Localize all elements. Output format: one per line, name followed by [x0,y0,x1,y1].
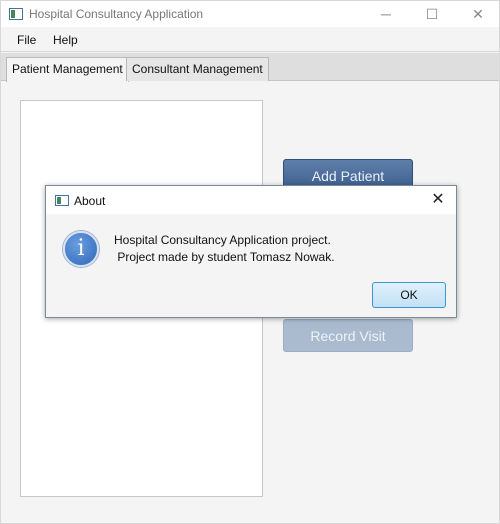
ok-button[interactable]: OK [372,282,446,308]
tab-consultant-management[interactable]: Consultant Management [126,57,269,81]
close-button[interactable]: ✕ [463,4,493,24]
dialog-close-button[interactable]: ✕ [428,190,448,210]
title-bar: Hospital Consultancy Application ─ ☐ ✕ [1,1,499,27]
menu-file[interactable]: File [17,33,36,47]
dialog-message-line-1: Hospital Consultancy Application project… [114,233,331,247]
menu-help[interactable]: Help [53,33,78,47]
tab-patient-management[interactable]: Patient Management [6,57,129,82]
dialog-title: About [74,194,106,208]
dialog-app-icon [55,195,69,206]
dialog-title-bar: About ✕ [46,186,456,214]
menu-bar: File Help [1,28,499,52]
record-visit-button[interactable]: Record Visit [283,319,413,352]
tab-bar: Patient Management Consultant Management [1,53,499,82]
main-window: Hospital Consultancy Application ─ ☐ ✕ F… [0,0,500,524]
maximize-button[interactable]: ☐ [417,4,447,24]
app-icon [9,8,23,20]
info-icon: i [63,231,99,267]
dialog-message-line-2: Project made by student Tomasz Nowak. [114,250,335,264]
minimize-button[interactable]: ─ [371,4,401,24]
window-title: Hospital Consultancy Application [29,7,204,21]
about-dialog: About ✕ i Hospital Consultancy Applicati… [45,185,457,318]
